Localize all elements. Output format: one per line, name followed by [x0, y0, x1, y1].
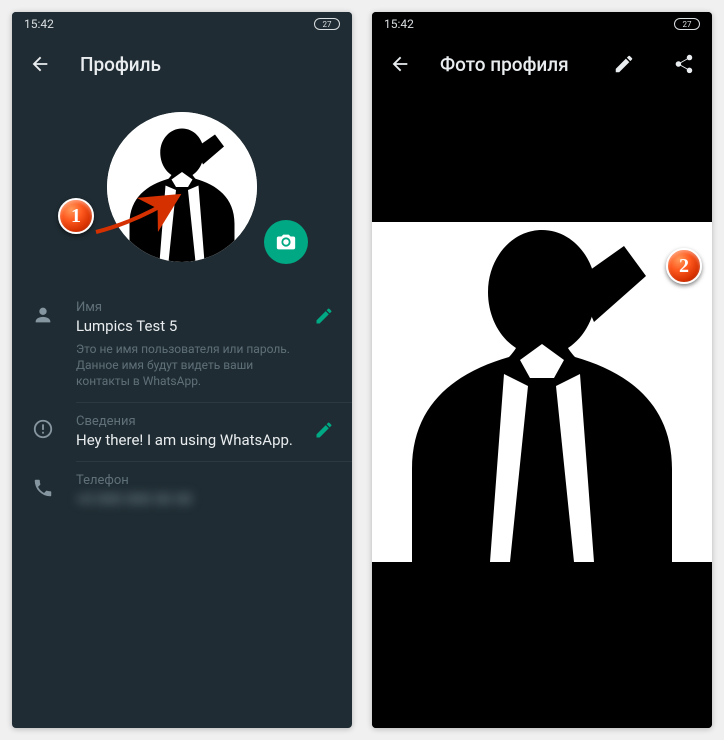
profile-phone-row: Телефон +0 000 000 00 00: [12, 461, 352, 520]
info-icon: [28, 414, 58, 440]
avatar-section: [12, 92, 352, 288]
about-value: Hey there! I am using WhatsApp.: [76, 431, 296, 449]
page-title: Фото профиля: [440, 53, 584, 76]
share-button[interactable]: [664, 44, 704, 84]
app-toolbar: Фото профиля: [372, 36, 712, 92]
back-button[interactable]: [380, 44, 420, 84]
status-icons: 27: [666, 18, 700, 30]
back-button[interactable]: [20, 44, 60, 84]
person-icon: [28, 300, 58, 326]
phone-profile-screen: 15:42 27 Профиль: [12, 12, 352, 728]
edit-about-button[interactable]: [314, 414, 334, 444]
name-label: Имя: [76, 300, 296, 315]
profile-avatar[interactable]: [107, 112, 257, 262]
about-label: Сведения: [76, 414, 296, 429]
profile-name-row[interactable]: Имя Lumpics Test 5 Это не имя пользовате…: [12, 288, 352, 402]
status-bar: 15:42 27: [372, 12, 712, 36]
phone-photo-viewer-screen: 15:42 27 Фото профиля: [372, 12, 712, 728]
profile-photo: [372, 222, 712, 562]
page-title: Профиль: [80, 53, 344, 76]
phone-icon: [28, 473, 58, 499]
status-time: 15:42: [24, 17, 54, 31]
app-toolbar: Профиль: [12, 36, 352, 92]
phone-value: +0 000 000 00 00: [76, 490, 334, 508]
name-hint: Это не имя пользователя или пароль. Данн…: [76, 341, 296, 390]
change-photo-button[interactable]: [264, 220, 308, 264]
edit-name-button[interactable]: [314, 300, 334, 330]
edit-photo-button[interactable]: [604, 44, 644, 84]
status-time: 15:42: [384, 17, 414, 31]
phone-label: Телефон: [76, 473, 334, 488]
battery-icon: 27: [314, 18, 340, 30]
name-value: Lumpics Test 5: [76, 317, 296, 335]
profile-about-row[interactable]: Сведения Hey there! I am using WhatsApp.: [12, 402, 352, 461]
profile-body: Имя Lumpics Test 5 Это не имя пользовате…: [12, 92, 352, 728]
battery-icon: 27: [674, 18, 700, 30]
step-badge-2: 2: [666, 248, 702, 284]
photo-viewer[interactable]: [372, 92, 712, 728]
step-badge-1: 1: [58, 198, 94, 234]
status-icons: 27: [306, 18, 340, 30]
status-bar: 15:42 27: [12, 12, 352, 36]
